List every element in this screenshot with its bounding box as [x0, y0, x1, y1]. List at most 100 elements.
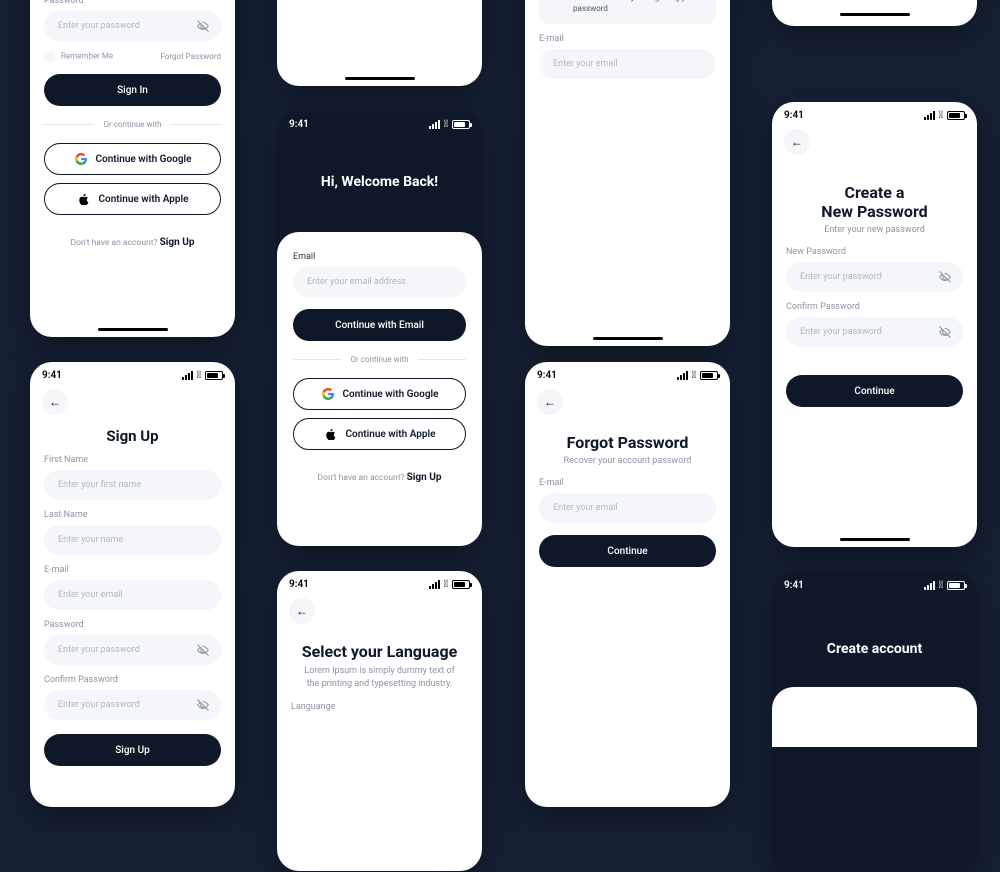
- signup-link[interactable]: Sign Up: [160, 237, 195, 248]
- battery-icon: [452, 580, 470, 589]
- eye-off-icon[interactable]: [937, 324, 953, 340]
- signin-button[interactable]: Sign In: [44, 74, 221, 106]
- page-title-line1: Create a: [772, 183, 977, 202]
- forgot-password-link[interactable]: Forgot Password: [160, 52, 221, 61]
- new-password-screen: 9:41􀙇 ← Create a New Password Enter your…: [772, 102, 977, 547]
- welcome-sheet: Email Continue with Email Or continue wi…: [277, 232, 482, 546]
- confirm-password-field[interactable]: [44, 690, 221, 720]
- eye-off-icon[interactable]: [195, 642, 211, 658]
- first-name-label: First Name: [44, 455, 221, 465]
- new-password-label: New Password: [786, 247, 963, 257]
- last-name-label: Last Name: [44, 510, 221, 520]
- signal-icon: [429, 580, 440, 589]
- new-password-field[interactable]: [786, 262, 963, 292]
- home-indicator: [345, 77, 415, 80]
- email-label: E-mail: [539, 478, 716, 488]
- status-bar: 9:41􀙇: [277, 571, 482, 592]
- signal-icon: [429, 120, 440, 129]
- status-bar: 9:41􀙇: [525, 362, 730, 383]
- confirm-password-label: Confirm Password: [44, 675, 221, 685]
- battery-icon: [205, 371, 223, 380]
- email-field[interactable]: [293, 267, 466, 297]
- signal-icon: [924, 111, 935, 120]
- signup-button[interactable]: Sign Up: [44, 734, 221, 766]
- forgot-info-screen: Forgot Password i We will send the OTP c…: [525, 0, 730, 346]
- battery-icon: [947, 111, 965, 120]
- apple-button[interactable]: Continue with Apple: [293, 418, 466, 450]
- home-indicator: [593, 337, 663, 340]
- email-field[interactable]: [539, 49, 716, 79]
- email-label: E-mail: [44, 565, 221, 575]
- eye-off-icon[interactable]: [195, 18, 211, 34]
- or-divider: Or continue with: [293, 355, 466, 364]
- back-button[interactable]: ←: [537, 389, 563, 415]
- screen-fragment-bottom-2: [772, 0, 977, 26]
- wifi-icon: 􀙇: [444, 120, 448, 130]
- signup-footer: Don't have an account? Sign Up: [293, 472, 466, 483]
- remember-me[interactable]: Remember Me: [44, 51, 113, 62]
- password-label: Password: [44, 0, 221, 6]
- home-indicator: [840, 538, 910, 541]
- language-label: Languange: [291, 702, 468, 712]
- wifi-icon: 􀙇: [444, 580, 448, 590]
- confirm-password-field[interactable]: [786, 317, 963, 347]
- password-label: Password: [44, 620, 221, 630]
- google-icon: [321, 387, 335, 401]
- screen-fragment-bottom: [277, 0, 482, 86]
- status-bar: 9:41􀙇: [772, 102, 977, 123]
- continue-button[interactable]: Continue: [786, 375, 963, 407]
- back-button[interactable]: ←: [784, 129, 810, 155]
- page-title: Select your Language: [277, 642, 482, 661]
- back-button[interactable]: ←: [42, 389, 68, 415]
- checkbox-icon[interactable]: [44, 51, 55, 62]
- back-button[interactable]: ←: [289, 598, 315, 624]
- page-title: Forgot Password: [525, 433, 730, 452]
- last-name-field[interactable]: [44, 525, 221, 555]
- wifi-icon: 􀙇: [939, 581, 943, 591]
- page-title: Sign Up: [30, 427, 235, 445]
- page-subtitle: Recover your account password: [525, 456, 730, 466]
- wifi-icon: 􀙇: [692, 371, 696, 381]
- google-icon: [74, 152, 88, 166]
- google-button[interactable]: Continue with Google: [44, 143, 221, 175]
- signal-icon: [677, 371, 688, 380]
- first-name-field[interactable]: [44, 470, 221, 500]
- password-input[interactable]: [56, 20, 209, 32]
- page-title-line2: New Password: [772, 202, 977, 221]
- language-screen: 9:41􀙇 ← Select your Language Lorem Ipsum…: [277, 571, 482, 871]
- home-indicator: [840, 13, 910, 16]
- password-field[interactable]: [44, 635, 221, 665]
- forgot-screen: 9:41􀙇 ← Forgot Password Recover your acc…: [525, 362, 730, 807]
- info-banner: i We will send the OTP code to your emai…: [539, 0, 716, 24]
- battery-icon: [700, 371, 718, 380]
- google-button[interactable]: Continue with Google: [293, 378, 466, 410]
- welcome-title: Hi, Welcome Back!: [277, 132, 482, 232]
- email-label: Email: [293, 252, 466, 262]
- page-subtitle: Enter your new password: [772, 225, 977, 235]
- continue-button[interactable]: Continue: [539, 535, 716, 567]
- confirm-password-label: Confirm Password: [786, 302, 963, 312]
- apple-icon: [324, 427, 338, 441]
- status-bar: 9:41􀙇: [772, 572, 977, 593]
- email-label: E-mail: [539, 34, 716, 44]
- apple-button[interactable]: Continue with Apple: [44, 183, 221, 215]
- email-field[interactable]: [539, 493, 716, 523]
- create-sheet: [772, 687, 977, 747]
- home-indicator: [98, 328, 168, 331]
- page-title: Create account: [772, 593, 977, 687]
- password-field[interactable]: [44, 11, 221, 41]
- or-divider: Or continue with: [44, 120, 221, 129]
- eye-off-icon[interactable]: [937, 269, 953, 285]
- email-field[interactable]: [44, 580, 221, 610]
- eye-off-icon[interactable]: [195, 697, 211, 713]
- continue-email-button[interactable]: Continue with Email: [293, 309, 466, 341]
- status-bar: 9:41􀙇: [30, 362, 235, 383]
- signal-icon: [182, 371, 193, 380]
- status-bar: 9:41􀙇: [277, 111, 482, 132]
- apple-icon: [77, 192, 91, 206]
- signal-icon: [924, 581, 935, 590]
- battery-icon: [947, 581, 965, 590]
- battery-icon: [452, 120, 470, 129]
- signup-link[interactable]: Sign Up: [407, 472, 442, 483]
- create-account-screen: 9:41􀙇 Create account: [772, 572, 977, 872]
